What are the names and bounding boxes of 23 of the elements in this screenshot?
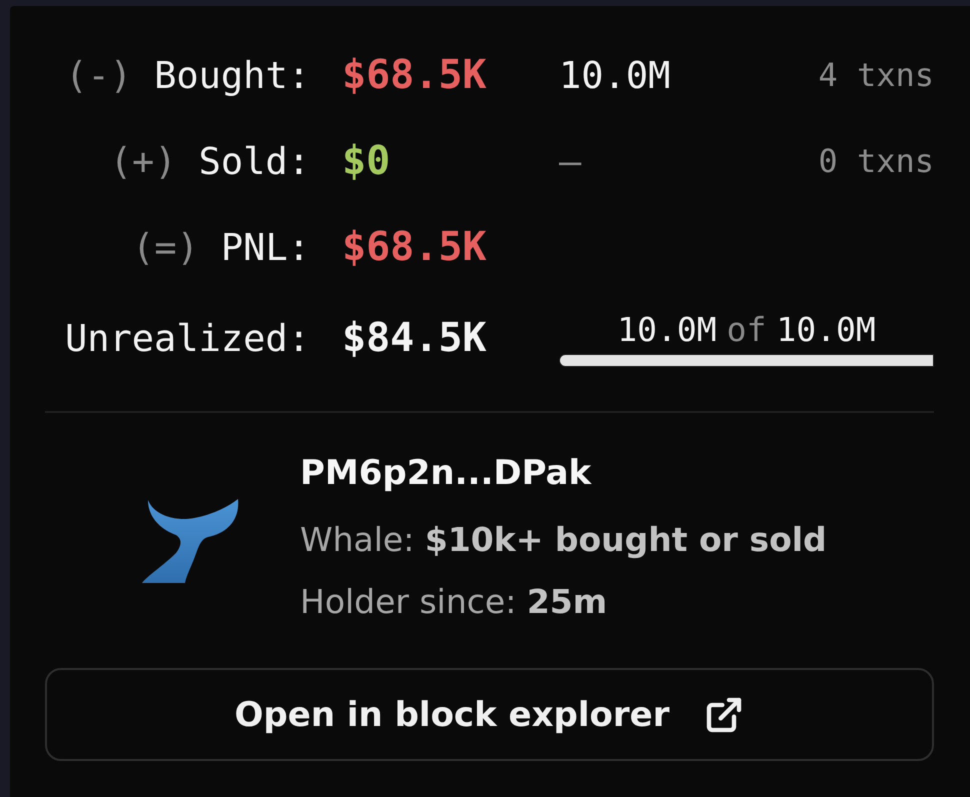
wallet-address: PM6p2n...DPak <box>300 452 592 495</box>
stat-label: Bought: <box>154 54 310 96</box>
of-text: of <box>726 310 766 348</box>
token-amount: – <box>559 140 582 182</box>
open-explorer-button[interactable]: Open in block explorer <box>45 668 934 761</box>
held-amount: 10.0M <box>617 310 717 348</box>
stat-value: $68.5K <box>342 52 488 98</box>
total-amount: 10.0M <box>776 310 876 348</box>
sign-text: (=) <box>132 226 199 268</box>
stat-label: Sold: <box>198 140 310 182</box>
stat-label: Unrealized: <box>64 316 310 360</box>
whale-tail-icon <box>140 499 240 585</box>
stat-value: $68.5K <box>342 224 488 270</box>
stat-value: $84.5K <box>342 315 488 361</box>
stat-label: PNL: <box>220 226 310 268</box>
txn-count: 0 txns <box>818 142 934 180</box>
sign-text: (+) <box>110 140 177 182</box>
token-amount: 10.0M <box>559 54 670 96</box>
holder-detail: Holder since: 25m <box>300 581 608 623</box>
sign-text: (-) <box>65 54 132 96</box>
txn-count: 4 txns <box>818 56 934 94</box>
holder-detail: Whale: $10k+ bought or sold <box>300 519 827 561</box>
stat-value: $0 <box>342 138 392 184</box>
